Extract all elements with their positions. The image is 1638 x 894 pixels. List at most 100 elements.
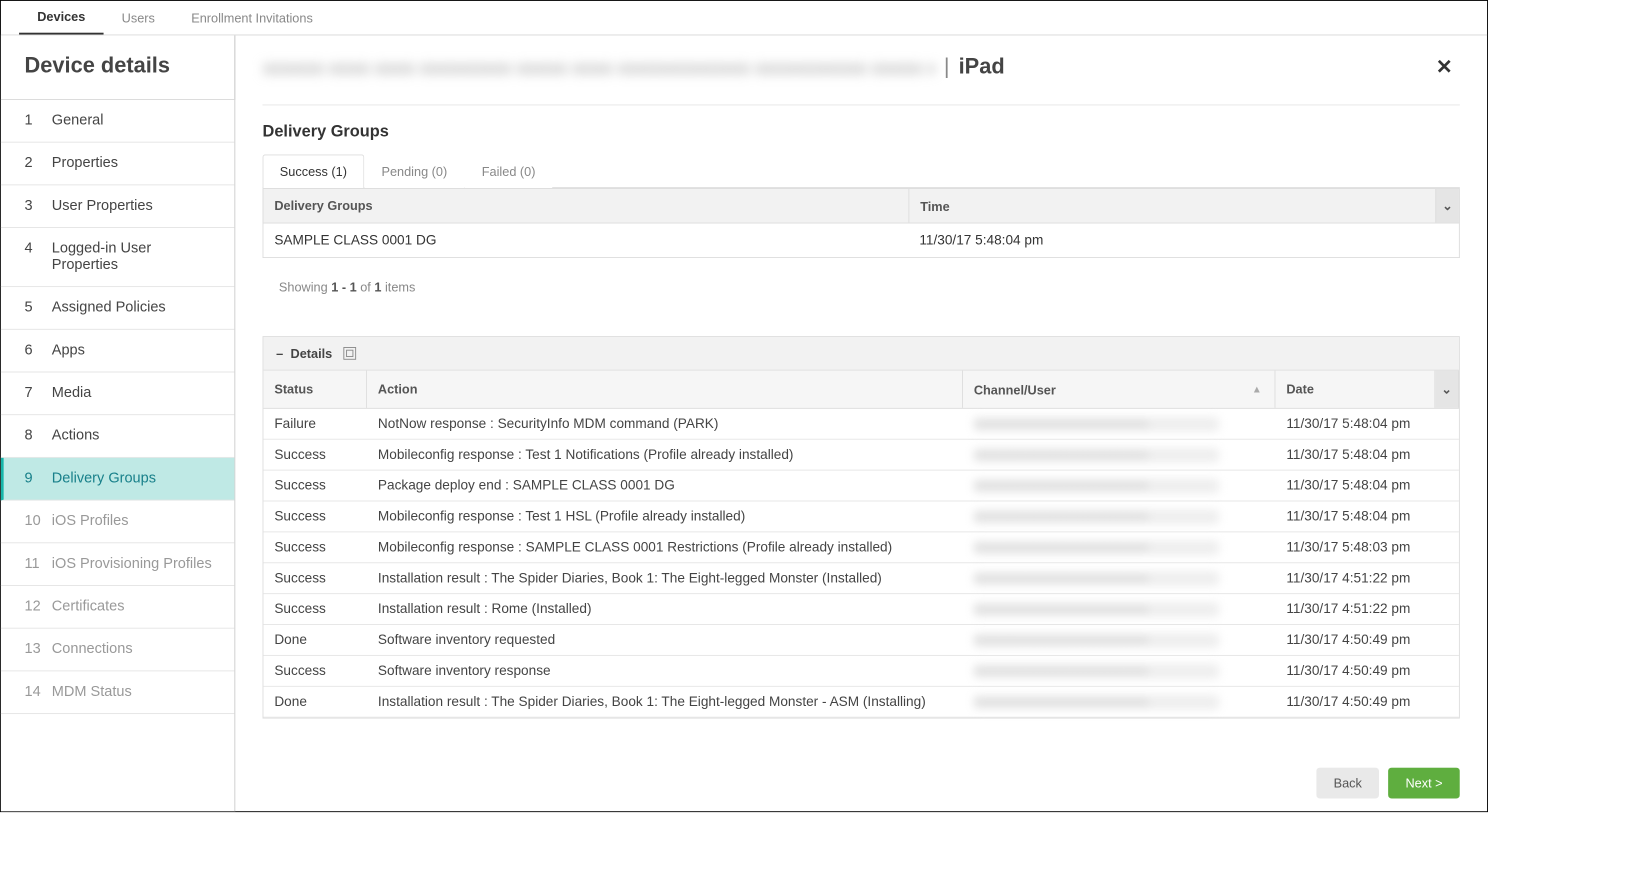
dg-col-more[interactable]: ⌄ — [1435, 189, 1459, 223]
dg-row[interactable]: SAMPLE CLASS 0001 DG11/30/17 5:48:04 pm — [263, 223, 1460, 258]
dg-tab-success[interactable]: Success (1) — [263, 154, 365, 188]
close-icon[interactable]: ✕ — [1429, 52, 1460, 83]
cell-action: Software inventory response — [367, 656, 963, 686]
cell-channel: xxxxxxxxxxxxxxxxxxxxxxxxxxxxxxxx — [963, 440, 1275, 470]
sidebar-item-properties[interactable]: 2Properties — [1, 143, 234, 186]
details-row[interactable]: SuccessMobileconfig response : Test 1 No… — [263, 440, 1458, 471]
cell-channel: xxxxxxxxxxxxxxxxxxxxxxxxxxxxxxxx — [963, 471, 1275, 501]
sidebar-item-number: 11 — [25, 556, 41, 572]
col-channel-user[interactable]: Channel/User ▲ — [963, 371, 1275, 408]
cell-date: 11/30/17 4:51:22 pm — [1275, 563, 1459, 593]
sidebar-item-ios-profiles[interactable]: 10iOS Profiles — [1, 501, 234, 544]
redacted-channel: xxxxxxxxxxxxxxxxxxxxxxxxxxxxxxxx — [974, 571, 1219, 586]
sort-arrow-icon: ▲ — [1252, 384, 1262, 395]
cell-channel: xxxxxxxxxxxxxxxxxxxxxxxxxxxxxxxx — [963, 656, 1275, 686]
showing-text: Showing 1 - 1 of 1 items — [263, 258, 1460, 294]
back-button[interactable]: Back — [1316, 768, 1379, 799]
cell-status: Success — [263, 471, 367, 501]
sidebar-item-actions[interactable]: 8Actions — [1, 415, 234, 458]
cell-date: 11/30/17 5:48:03 pm — [1275, 532, 1459, 562]
cell-date: 11/30/17 5:48:04 pm — [1275, 501, 1459, 531]
cell-action: Installation result : Rome (Installed) — [367, 594, 963, 624]
dg-tab-failed[interactable]: Failed (0) — [464, 154, 552, 188]
next-button[interactable]: Next > — [1388, 768, 1460, 799]
cell-status: Failure — [263, 409, 367, 439]
sidebar: Device details 1General2Properties3User … — [1, 35, 235, 811]
collapse-toggle[interactable]: – — [276, 346, 283, 361]
cell-status: Success — [263, 594, 367, 624]
details-row[interactable]: SuccessMobileconfig response : Test 1 HS… — [263, 501, 1458, 532]
cell-channel: xxxxxxxxxxxxxxxxxxxxxxxxxxxxxxxx — [963, 532, 1275, 562]
cell-status: Done — [263, 625, 367, 655]
sidebar-item-ios-provisioning-profiles[interactable]: 11iOS Provisioning Profiles — [1, 543, 234, 586]
details-row[interactable]: SuccessSoftware inventory response xxxxxx… — [263, 656, 1458, 687]
cell-action: Mobileconfig response : Test 1 HSL (Prof… — [367, 501, 963, 531]
sidebar-item-user-properties[interactable]: 3User Properties — [1, 185, 234, 228]
popout-icon[interactable] — [343, 347, 356, 360]
cell-status: Done — [263, 687, 367, 717]
cell-date: 11/30/17 5:48:04 pm — [1275, 471, 1459, 501]
sidebar-item-mdm-status[interactable]: 14MDM Status — [1, 671, 234, 714]
cell-channel: xxxxxxxxxxxxxxxxxxxxxxxxxxxxxxxx — [963, 594, 1275, 624]
col-status[interactable]: Status — [263, 371, 367, 408]
sidebar-item-number: 7 — [25, 385, 41, 401]
sidebar-item-general[interactable]: 1General — [1, 100, 234, 143]
cell-date: 11/30/17 5:48:04 pm — [1275, 440, 1459, 470]
dg-col-group[interactable]: Delivery Groups — [263, 189, 908, 223]
sidebar-item-label: Logged-in User Properties — [52, 241, 218, 274]
sidebar-item-number: 1 — [25, 113, 41, 129]
cell-status: Success — [263, 656, 367, 686]
redacted-channel: xxxxxxxxxxxxxxxxxxxxxxxxxxxxxxxx — [974, 694, 1219, 709]
redacted-channel: xxxxxxxxxxxxxxxxxxxxxxxxxxxxxxxx — [974, 478, 1219, 493]
cell-action: Package deploy end : SAMPLE CLASS 0001 D… — [367, 471, 963, 501]
col-date[interactable]: Date — [1275, 371, 1435, 408]
dg-table-header: Delivery Groups Time ⌄ — [263, 188, 1460, 223]
sidebar-item-delivery-groups[interactable]: 9Delivery Groups — [1, 458, 234, 501]
footer-buttons: Back Next > — [1316, 768, 1460, 799]
tab-users[interactable]: Users — [104, 2, 174, 35]
redacted-channel: xxxxxxxxxxxxxxxxxxxxxxxxxxxxxxxx — [974, 602, 1219, 617]
redacted-channel: xxxxxxxxxxxxxxxxxxxxxxxxxxxxxxxx — [974, 540, 1219, 555]
redacted-channel: xxxxxxxxxxxxxxxxxxxxxxxxxxxxxxxx — [974, 447, 1219, 462]
sidebar-item-assigned-policies[interactable]: 5Assigned Policies — [1, 287, 234, 330]
sidebar-item-connections[interactable]: 13 Connections — [1, 629, 234, 672]
dg-tab-pending[interactable]: Pending (0) — [364, 154, 464, 188]
sidebar-item-number: 13 — [25, 641, 41, 657]
redacted-channel: xxxxxxxxxxxxxxxxxxxxxxxxxxxxxxxx — [974, 664, 1219, 679]
sidebar-item-certificates[interactable]: 12Certificates — [1, 586, 234, 629]
details-row[interactable]: SuccessMobileconfig response : SAMPLE CL… — [263, 532, 1458, 563]
cell-date: 11/30/17 4:50:49 pm — [1275, 625, 1459, 655]
sidebar-item-label: Connections — [52, 641, 133, 657]
header-device-name: iPad — [959, 55, 1005, 80]
cell-date: 11/30/17 5:48:04 pm — [1275, 409, 1459, 439]
sidebar-item-logged-in-user-properties[interactable]: 4Logged-in User Properties — [1, 228, 234, 287]
header-separator: | — [944, 55, 950, 80]
sidebar-item-media[interactable]: 7Media — [1, 372, 234, 415]
sidebar-item-number: 3 — [25, 198, 41, 214]
details-row[interactable]: FailureNotNow response : SecurityInfo MD… — [263, 409, 1458, 440]
cell-channel: xxxxxxxxxxxxxxxxxxxxxxxxxxxxxxxx — [963, 563, 1275, 593]
redacted-channel: xxxxxxxxxxxxxxxxxxxxxxxxxxxxxxxx — [974, 509, 1219, 524]
tab-enrollment-invitations[interactable]: Enrollment Invitations — [173, 2, 331, 35]
cell-channel: xxxxxxxxxxxxxxxxxxxxxxxxxxxxxxxx — [963, 687, 1275, 717]
cell-action: Software inventory requested — [367, 625, 963, 655]
details-row[interactable]: DoneSoftware inventory requestedxxxxxxxx… — [263, 625, 1458, 656]
sidebar-item-number: 10 — [25, 513, 41, 529]
dg-col-time[interactable]: Time — [908, 189, 1435, 223]
details-row[interactable]: SuccessInstallation result : The Spider … — [263, 563, 1458, 594]
tab-devices[interactable]: Devices — [19, 0, 103, 35]
cell-action: Mobileconfig response : SAMPLE CLASS 000… — [367, 532, 963, 562]
sidebar-item-number: 12 — [25, 599, 41, 615]
cell-status: Success — [263, 563, 367, 593]
details-row[interactable]: SuccessInstallation result : Rome (Insta… — [263, 594, 1458, 625]
top-tabs: Devices Users Enrollment Invitations — [1, 1, 1487, 36]
chevron-down-icon: ⌄ — [1441, 382, 1452, 397]
details-title: Details — [291, 346, 333, 361]
details-row[interactable]: DoneInstallation result : The Spider Dia… — [263, 687, 1458, 718]
dg-cell-time: 11/30/17 5:48:04 pm — [908, 223, 1459, 257]
col-more[interactable]: ⌄ — [1435, 371, 1459, 408]
sidebar-item-apps[interactable]: 6Apps — [1, 330, 234, 373]
sidebar-item-label: Properties — [52, 155, 118, 171]
col-action[interactable]: Action — [367, 371, 963, 408]
details-row[interactable]: SuccessPackage deploy end : SAMPLE CLASS… — [263, 471, 1458, 502]
